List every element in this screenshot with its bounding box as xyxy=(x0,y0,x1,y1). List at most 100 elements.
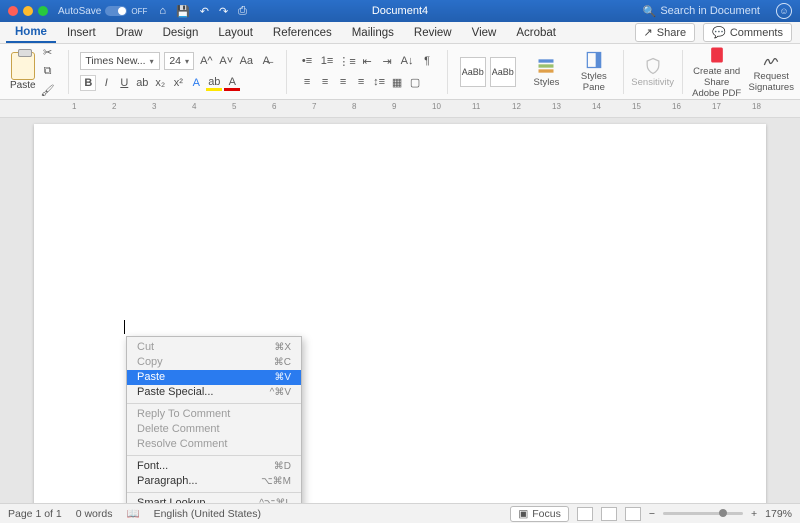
subscript-button[interactable]: x₂ xyxy=(152,75,168,91)
italic-button[interactable]: I xyxy=(98,75,114,91)
tab-references[interactable]: References xyxy=(264,24,341,42)
align-center-icon[interactable]: ≡ xyxy=(317,74,333,90)
undo-icon[interactable]: ↶ xyxy=(200,5,209,18)
document-title: Document4 xyxy=(372,5,428,17)
borders-icon[interactable]: ▢ xyxy=(407,74,423,90)
clipboard-icon xyxy=(11,52,35,80)
style-normal[interactable]: AaBb xyxy=(460,57,486,87)
paste-button[interactable]: Paste xyxy=(10,52,36,91)
grow-font-icon[interactable]: A^ xyxy=(198,53,214,69)
font-name-combo[interactable]: Times New...▾ xyxy=(80,52,160,70)
view-web-icon[interactable] xyxy=(625,507,641,521)
home-icon[interactable]: ⌂ xyxy=(159,5,166,17)
window-controls xyxy=(8,6,48,16)
comment-icon: 💬 xyxy=(712,26,726,39)
styles-gallery-button[interactable]: Styles xyxy=(526,56,567,88)
line-spacing-icon[interactable]: ↕≡ xyxy=(371,74,387,90)
cut-icon[interactable]: ✂ xyxy=(40,45,56,61)
highlight-color-icon[interactable]: ab xyxy=(206,75,222,91)
superscript-button[interactable]: x² xyxy=(170,75,186,91)
clear-formatting-icon[interactable]: A̶ xyxy=(258,53,274,69)
titlebar: AutoSave OFF ⌂ 💾 ↶ ↷ ⎙ Document4 🔍 Searc… xyxy=(0,0,800,22)
font-color-icon[interactable]: A xyxy=(224,75,240,91)
zoom-slider[interactable] xyxy=(663,512,743,515)
view-read-icon[interactable] xyxy=(577,507,593,521)
underline-button[interactable]: U xyxy=(116,75,132,91)
autosave-switch[interactable] xyxy=(105,6,127,16)
style-nospace[interactable]: AaBb xyxy=(490,57,516,87)
clipboard-group: Paste ✂ ⧉ 🖌 xyxy=(6,45,60,99)
context-menu: Cut⌘X Copy⌘C Paste⌘V Paste Special...^⌘V… xyxy=(126,336,302,503)
bullets-icon[interactable]: •≡ xyxy=(299,53,315,69)
tab-home[interactable]: Home xyxy=(6,23,56,43)
show-marks-icon[interactable]: ¶ xyxy=(419,53,435,69)
ctx-paste[interactable]: Paste⌘V xyxy=(127,370,301,385)
zoom-window-button[interactable] xyxy=(38,6,48,16)
tab-view[interactable]: View xyxy=(463,24,506,42)
tab-acrobat[interactable]: Acrobat xyxy=(507,24,565,42)
zoom-out-button[interactable]: − xyxy=(649,508,655,520)
feedback-icon[interactable]: ☺ xyxy=(776,3,792,19)
shading-icon[interactable]: ▦ xyxy=(389,74,405,90)
search-box[interactable]: 🔍 Search in Document xyxy=(643,5,760,18)
align-right-icon[interactable]: ≡ xyxy=(335,74,351,90)
tab-design[interactable]: Design xyxy=(154,24,208,42)
create-share-pdf-button[interactable]: Create and Share Adobe PDF xyxy=(691,45,743,99)
redo-icon[interactable]: ↷ xyxy=(219,5,228,18)
tab-mailings[interactable]: Mailings xyxy=(343,24,403,42)
tab-insert[interactable]: Insert xyxy=(58,24,105,42)
ctx-smart-lookup[interactable]: Smart Lookup...^⌥⌘L xyxy=(127,496,301,503)
zoom-level[interactable]: 179% xyxy=(765,508,792,520)
share-icon: ↗ xyxy=(644,26,653,39)
align-left-icon[interactable]: ≡ xyxy=(299,74,315,90)
multilevel-list-icon[interactable]: ⋮≡ xyxy=(339,53,355,69)
status-language[interactable]: English (United States) xyxy=(154,508,261,520)
ctx-paragraph[interactable]: Paragraph...⌥⌘M xyxy=(127,474,301,489)
ctx-font[interactable]: Font...⌘D xyxy=(127,459,301,474)
justify-icon[interactable]: ≡ xyxy=(353,74,369,90)
save-icon[interactable]: 💾 xyxy=(176,5,190,18)
ctx-cut: Cut⌘X xyxy=(127,340,301,355)
status-spellcheck-icon[interactable]: 📖 xyxy=(126,507,139,520)
numbering-icon[interactable]: 1≡ xyxy=(319,53,335,69)
ribbon-tabs: Home Insert Draw Design Layout Reference… xyxy=(0,22,800,44)
strikethrough-button[interactable]: ab xyxy=(134,75,150,91)
copy-icon[interactable]: ⧉ xyxy=(40,64,56,80)
tab-draw[interactable]: Draw xyxy=(107,24,152,42)
text-cursor xyxy=(124,320,125,334)
format-painter-icon[interactable]: 🖌 xyxy=(40,83,56,99)
text-effects-icon[interactable]: A xyxy=(188,75,204,91)
status-page[interactable]: Page 1 of 1 xyxy=(8,508,62,520)
comments-button[interactable]: 💬Comments xyxy=(703,23,792,42)
font-size-combo[interactable]: 24▾ xyxy=(164,52,194,70)
autosave-toggle[interactable]: AutoSave OFF xyxy=(58,6,147,17)
zoom-in-button[interactable]: + xyxy=(751,508,757,520)
increase-indent-icon[interactable]: ⇥ xyxy=(379,53,395,69)
view-print-icon[interactable] xyxy=(601,507,617,521)
status-words[interactable]: 0 words xyxy=(76,508,113,520)
sort-icon[interactable]: A↓ xyxy=(399,53,415,69)
ctx-paste-special[interactable]: Paste Special...^⌘V xyxy=(127,385,301,400)
tab-review[interactable]: Review xyxy=(405,24,461,42)
close-window-button[interactable] xyxy=(8,6,18,16)
share-button[interactable]: ↗Share xyxy=(635,23,696,42)
focus-mode-button[interactable]: ▣Focus xyxy=(510,506,569,522)
minimize-window-button[interactable] xyxy=(23,6,33,16)
horizontal-ruler[interactable]: 1 2 3 4 5 6 7 8 9 10 11 12 13 14 15 16 1… xyxy=(0,100,800,118)
tab-layout[interactable]: Layout xyxy=(209,24,262,42)
request-signatures-button[interactable]: Request Signatures xyxy=(749,50,794,93)
decrease-indent-icon[interactable]: ⇤ xyxy=(359,53,375,69)
zoom-thumb[interactable] xyxy=(719,509,727,517)
styles-pane-button[interactable]: Styles Pane xyxy=(573,50,614,93)
font-group: Times New...▾ 24▾ A^ A˅ Aa A̶ B I U ab x… xyxy=(76,52,278,91)
autosave-state: OFF xyxy=(131,7,147,16)
bold-button[interactable]: B xyxy=(80,75,96,91)
quick-access-toolbar: ⌂ 💾 ↶ ↷ ⎙ xyxy=(159,5,247,18)
shrink-font-icon[interactable]: A˅ xyxy=(218,53,234,69)
paragraph-group: •≡ 1≡ ⋮≡ ⇤ ⇥ A↓ ¶ ≡ ≡ ≡ ≡ ↕≡ ▦ ▢ xyxy=(295,53,439,90)
print-icon[interactable]: ⎙ xyxy=(238,5,247,18)
ribbon-home: Paste ✂ ⧉ 🖌 Times New...▾ 24▾ A^ A˅ Aa A… xyxy=(0,44,800,100)
sensitivity-button[interactable]: Sensitivity xyxy=(631,56,674,88)
change-case-icon[interactable]: Aa xyxy=(238,53,254,69)
document-area: Cut⌘X Copy⌘C Paste⌘V Paste Special...^⌘V… xyxy=(0,118,800,503)
